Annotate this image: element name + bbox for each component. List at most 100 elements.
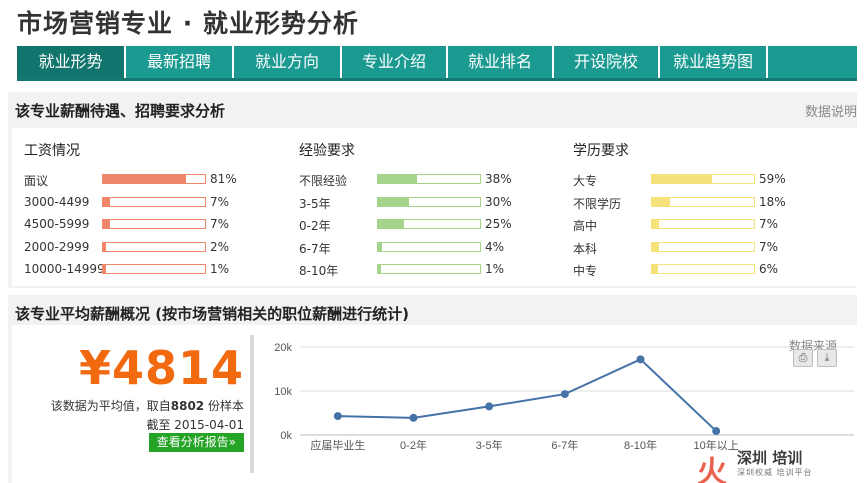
stat-bar bbox=[377, 264, 481, 274]
stat-bar-fill bbox=[652, 265, 659, 273]
stat-row-label: 高中 bbox=[573, 219, 598, 233]
stat-row-percent: 59% bbox=[759, 172, 786, 186]
x-tick-label: 3-5年 bbox=[476, 438, 503, 452]
stat-row: 10000-14999 1% bbox=[24, 258, 284, 281]
stat-bar bbox=[651, 264, 755, 274]
watermark-tagline: 深圳权威 培训平台 bbox=[737, 468, 813, 477]
stat-bar bbox=[651, 241, 755, 252]
stat-bar-fill bbox=[103, 242, 107, 251]
stat-row-percent: 81% bbox=[210, 172, 237, 186]
stat-row-percent: 38% bbox=[485, 172, 512, 186]
stat-row-label: 中专 bbox=[573, 264, 598, 278]
tab-item[interactable]: 就业方向 bbox=[234, 46, 342, 78]
stat-bar-fill bbox=[378, 242, 383, 251]
tab-item[interactable]: 就业形势 bbox=[17, 46, 126, 78]
stat-row: 3000-4499 7% bbox=[24, 191, 284, 214]
stat-row-label: 不限经验 bbox=[299, 174, 348, 188]
requirements-heading: 该专业薪酬待遇、招聘要求分析 bbox=[15, 102, 226, 120]
data-point bbox=[636, 355, 645, 364]
stat-bar bbox=[377, 241, 481, 252]
stat-bar-fill bbox=[103, 265, 107, 273]
stat-row: 3-5年 30% bbox=[299, 191, 559, 214]
stat-bar-fill bbox=[652, 175, 713, 183]
stat-row-percent: 4% bbox=[485, 239, 505, 254]
tab-item[interactable]: 开设院校 bbox=[554, 46, 660, 78]
stat-row: 大专 59% bbox=[573, 168, 833, 191]
stat-row-percent: 6% bbox=[759, 262, 779, 276]
stat-column: 工资情况 面议 81% 3000-4499 7% 4500-5999 7% 2000-2999… bbox=[24, 140, 284, 281]
stat-bar bbox=[377, 196, 481, 207]
stat-column-title: 工资情况 bbox=[24, 143, 80, 159]
tab-item[interactable]: 专业介绍 bbox=[342, 46, 448, 78]
data-point bbox=[333, 412, 342, 421]
stat-column: 经验要求 不限经验 38% 3-5年 30% 0-2年 25% 6-7年 4% 8-10年 1% bbox=[299, 140, 559, 281]
watermark-name: 深圳 培训 bbox=[737, 449, 803, 467]
series-line bbox=[337, 358, 717, 432]
stat-row-label: 3000-4499 bbox=[24, 194, 90, 209]
stat-row: 不限学历 18% bbox=[573, 191, 833, 214]
stat-bar-fill bbox=[652, 220, 660, 228]
stat-row-percent: 30% bbox=[485, 194, 512, 209]
stat-row: 0-2年 25% bbox=[299, 213, 559, 236]
salary-note: 该数据为平均值，取自8802 份样本 截至 2015-04-01 bbox=[51, 397, 244, 435]
stat-row-label: 4500-5999 bbox=[24, 217, 90, 231]
stat-bar bbox=[102, 196, 206, 207]
stat-row-label: 0-2年 bbox=[299, 219, 331, 233]
stat-bar-fill bbox=[378, 197, 409, 206]
stat-bar bbox=[651, 196, 755, 207]
sample-note-prefix: 该数据为平均值，取自 bbox=[50, 399, 171, 413]
view-report-button[interactable]: 查看分析报告» bbox=[148, 433, 244, 452]
divider bbox=[250, 335, 254, 473]
average-salary-value: ¥4814 bbox=[78, 341, 244, 395]
stat-bar-fill bbox=[103, 220, 111, 228]
stat-row-label: 6-7年 bbox=[299, 241, 331, 256]
stat-bar bbox=[102, 174, 206, 184]
download-icon[interactable]: ⤓ bbox=[817, 349, 837, 367]
stat-row: 本科 7% bbox=[573, 236, 833, 259]
stat-row-percent: 25% bbox=[485, 217, 512, 231]
stat-bar-fill bbox=[103, 175, 186, 183]
stat-bar-fill bbox=[378, 175, 417, 183]
stat-row-percent: 7% bbox=[759, 217, 779, 231]
requirements-section: 该专业薪酬待遇、招聘要求分析 数据说明 工资情况 面议 81% 3000-4499 7%… bbox=[8, 92, 857, 288]
stat-bar bbox=[377, 219, 481, 229]
stat-row-percent: 7% bbox=[210, 217, 230, 231]
data-point bbox=[485, 402, 494, 411]
x-tick-label: 0-2年 bbox=[400, 438, 427, 452]
stat-row-percent: 18% bbox=[759, 194, 786, 209]
stat-row-percent: 1% bbox=[210, 262, 230, 276]
stat-row: 高中 7% bbox=[573, 213, 833, 236]
watermark-logo: 火 深圳 培训 深圳权威 培训平台 bbox=[697, 445, 853, 483]
watermark-mark: 火 bbox=[697, 455, 727, 483]
stat-row-label: 本科 bbox=[573, 241, 598, 256]
stat-bar bbox=[651, 219, 755, 229]
stat-row-label: 10000-14999 bbox=[24, 262, 105, 276]
printer-icon[interactable]: ⎙ bbox=[793, 349, 813, 367]
stat-row-percent: 2% bbox=[210, 239, 230, 254]
y-tick-label: 10k bbox=[274, 386, 292, 398]
data-explanation-link[interactable]: 数据说明 bbox=[805, 101, 857, 120]
tab-item[interactable]: 就业趋势图 bbox=[660, 46, 768, 78]
stat-row-label: 大专 bbox=[573, 174, 598, 188]
page-title: 市场营销专业 · 就业形势分析 bbox=[17, 9, 359, 38]
stat-bar-fill bbox=[652, 197, 671, 206]
stat-row: 6-7年 4% bbox=[299, 236, 559, 259]
stat-row: 4500-5999 7% bbox=[24, 213, 284, 236]
tab-item[interactable]: 就业排名 bbox=[448, 46, 554, 78]
stat-bar bbox=[102, 264, 206, 274]
tab-item[interactable]: 最新招聘 bbox=[126, 46, 234, 78]
stat-bar bbox=[377, 174, 481, 184]
stat-column: 学历要求 大专 59% 不限学历 18% 高中 7% 本科 7% 中专 6% bbox=[573, 140, 833, 281]
stat-bar bbox=[651, 174, 755, 184]
stat-row-percent: 7% bbox=[759, 239, 779, 254]
y-tick-label: 0k bbox=[280, 430, 292, 442]
stat-bar-fill bbox=[652, 242, 660, 251]
sample-note: 该数据为平均值，取自8802 份样本 bbox=[51, 397, 244, 416]
data-point bbox=[409, 413, 418, 422]
y-tick-label: 20k bbox=[274, 342, 292, 354]
stat-row-percent: 7% bbox=[210, 194, 230, 209]
stat-bar bbox=[102, 219, 206, 229]
x-tick-label: 8-10年 bbox=[624, 438, 657, 452]
salary-heading: 该专业平均薪酬概况 (按市场营销相关的职位薪酬进行统计) bbox=[15, 305, 409, 323]
salary-panel: ¥4814 该数据为平均值，取自8802 份样本 截至 2015-04-01 查… bbox=[12, 325, 857, 483]
